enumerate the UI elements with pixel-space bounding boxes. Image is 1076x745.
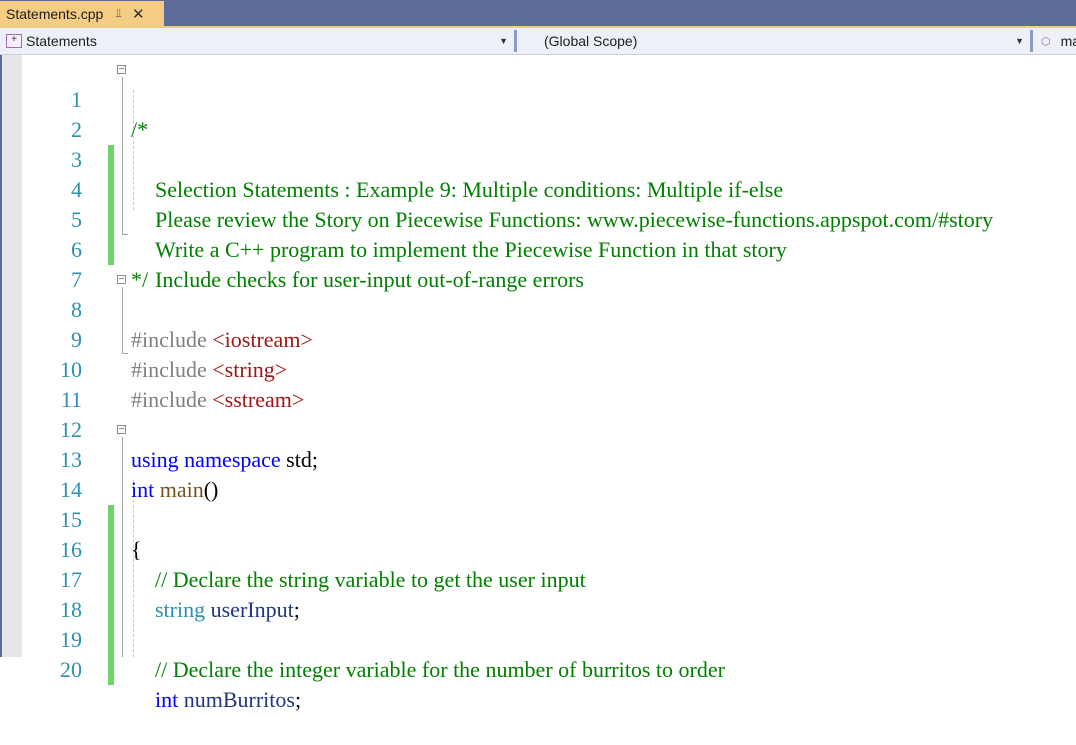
navigation-bar: + Statements ▼ (Global Scope) ▼ ⬡ ma	[0, 28, 1076, 55]
code-line: 20	[0, 625, 1076, 682]
code-line: 11	[0, 355, 1076, 412]
pin-icon[interactable]: ⫫	[115, 6, 122, 21]
member-label: ma	[1060, 33, 1076, 49]
chevron-down-icon: ▼	[1015, 36, 1024, 46]
line-number: 20	[60, 657, 82, 682]
project-icon: +	[6, 34, 22, 48]
collapse-icon[interactable]: −	[117, 65, 126, 75]
cube-icon: ⬡	[1041, 35, 1051, 48]
code-line: 19 int numBurritos;	[0, 595, 1076, 712]
code-text: // Declare the integer variable for the …	[155, 657, 725, 682]
code-line: 18 // Declare the integer variable for t…	[0, 565, 1076, 682]
code-line: 13 int main()	[0, 415, 1076, 502]
project-dropdown[interactable]: + Statements ▼	[0, 28, 514, 54]
code-line: 15 // Declare the string variable to get…	[0, 475, 1076, 592]
code-line: 1 /*	[0, 55, 1076, 142]
code-line: 6 */	[0, 205, 1076, 292]
chevron-down-icon: ▼	[499, 36, 508, 46]
collapse-icon[interactable]: −	[117, 275, 126, 285]
code-line: 14 {	[0, 445, 1076, 562]
member-dropdown[interactable]: ⬡ ma	[1033, 28, 1076, 54]
scope-dropdown[interactable]: (Global Scope) ▼	[517, 28, 1030, 54]
tab-title: Statements.cpp	[6, 5, 104, 22]
close-icon[interactable]: ✕	[132, 5, 145, 23]
code-line: 7	[0, 235, 1076, 292]
tab-statements-cpp[interactable]: Statements.cpp ⫫ ✕	[0, 1, 164, 26]
document-tab-bar: Statements.cpp ⫫ ✕	[0, 0, 1076, 26]
code-editor[interactable]: 1 /* − 2 Selection Statements : Example …	[0, 55, 1076, 712]
variable: numBurritos	[178, 687, 295, 712]
code-line: 8 #include <iostream>	[0, 265, 1076, 352]
code-line: 5 Include checks for user-input out-of-r…	[0, 175, 1076, 292]
code-line: 17	[0, 535, 1076, 625]
project-label: Statements	[26, 33, 97, 49]
scope-label: (Global Scope)	[544, 33, 638, 49]
code-line: 2 Selection Statements : Example 9: Mult…	[0, 85, 1076, 202]
code-line: 16 string userInput;	[0, 505, 1076, 622]
code-line: 10 #include <sstream>	[0, 325, 1076, 412]
code-line: 9 #include <string>	[0, 295, 1076, 382]
change-marker	[108, 655, 114, 685]
collapse-icon[interactable]: −	[117, 425, 126, 435]
code-line: 4 Write a C++ program to implement the P…	[0, 145, 1076, 262]
code-line: 3 Please review the Story on Piecewise F…	[0, 115, 1076, 232]
punctuation: ;	[294, 687, 302, 712]
code-line: 12 using namespace std;	[0, 385, 1076, 472]
keyword: int	[155, 687, 179, 712]
